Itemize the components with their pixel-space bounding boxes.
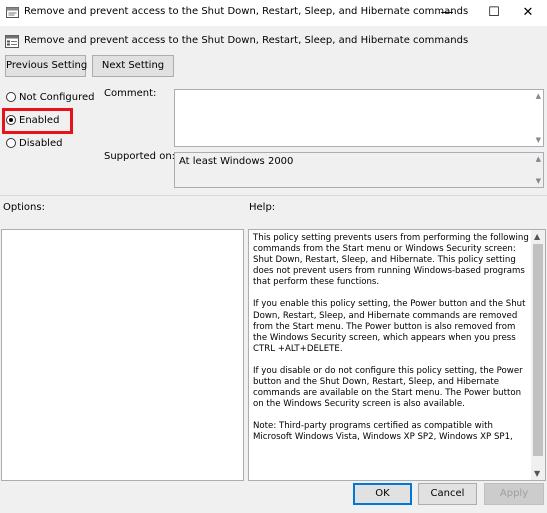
scrollbar-thumb[interactable] xyxy=(533,244,543,456)
scroll-up-icon[interactable]: ▲ xyxy=(536,92,541,100)
help-text: This policy setting prevents users from … xyxy=(253,233,531,455)
options-label: Options: xyxy=(3,202,45,213)
highlight-annotation xyxy=(2,108,73,134)
help-paragraph: This policy setting prevents users from … xyxy=(253,233,529,288)
radio-label: Not Configured xyxy=(19,92,95,103)
window-title: Remove and prevent access to the Shut Do… xyxy=(24,6,469,17)
radio-label: Disabled xyxy=(19,138,63,149)
supported-on-value: At least Windows 2000 xyxy=(179,156,294,167)
radio-disabled[interactable]: Disabled xyxy=(6,137,62,151)
scroll-down-icon[interactable]: ▼ xyxy=(534,469,540,478)
comment-input[interactable]: ▲ ▼ xyxy=(174,89,544,147)
close-button[interactable]: ✕ xyxy=(508,0,547,26)
help-paragraph: If you enable this policy setting, the P… xyxy=(253,299,526,354)
help-pane: This policy setting prevents users from … xyxy=(248,229,546,481)
policy-setting-icon xyxy=(5,35,19,48)
supported-on-label: Supported on: xyxy=(104,151,176,162)
radio-not-configured[interactable]: Not Configured xyxy=(6,91,95,105)
ok-button[interactable]: OK xyxy=(353,483,412,505)
apply-button[interactable]: Apply xyxy=(484,483,544,505)
help-paragraph: Note: Third-party programs certified as … xyxy=(253,421,513,443)
radio-circle[interactable] xyxy=(6,138,16,148)
title-bar: Remove and prevent access to the Shut Do… xyxy=(0,0,547,26)
help-scrollbar[interactable]: ▲ ▼ xyxy=(531,230,545,480)
policy-name: Remove and prevent access to the Shut Do… xyxy=(24,35,469,46)
help-label: Help: xyxy=(249,202,276,213)
help-paragraph: If you disable or do not configure this … xyxy=(253,365,523,410)
scroll-down-icon[interactable]: ▼ xyxy=(536,136,541,144)
scroll-down-icon[interactable]: ▼ xyxy=(536,177,541,185)
policy-window-icon xyxy=(6,7,19,18)
cancel-button[interactable]: Cancel xyxy=(418,483,477,505)
comment-label: Comment: xyxy=(104,88,157,99)
supported-on-field: At least Windows 2000 ▲ ▼ xyxy=(174,152,544,188)
previous-setting-button[interactable]: Previous Setting xyxy=(5,55,87,77)
radio-circle[interactable] xyxy=(6,92,16,102)
minimize-button[interactable]: — xyxy=(427,0,467,26)
separator xyxy=(0,195,547,196)
scroll-up-icon[interactable]: ▲ xyxy=(534,232,540,241)
scroll-up-icon[interactable]: ▲ xyxy=(536,155,541,163)
options-pane xyxy=(1,229,244,481)
next-setting-button[interactable]: Next Setting xyxy=(92,55,174,77)
